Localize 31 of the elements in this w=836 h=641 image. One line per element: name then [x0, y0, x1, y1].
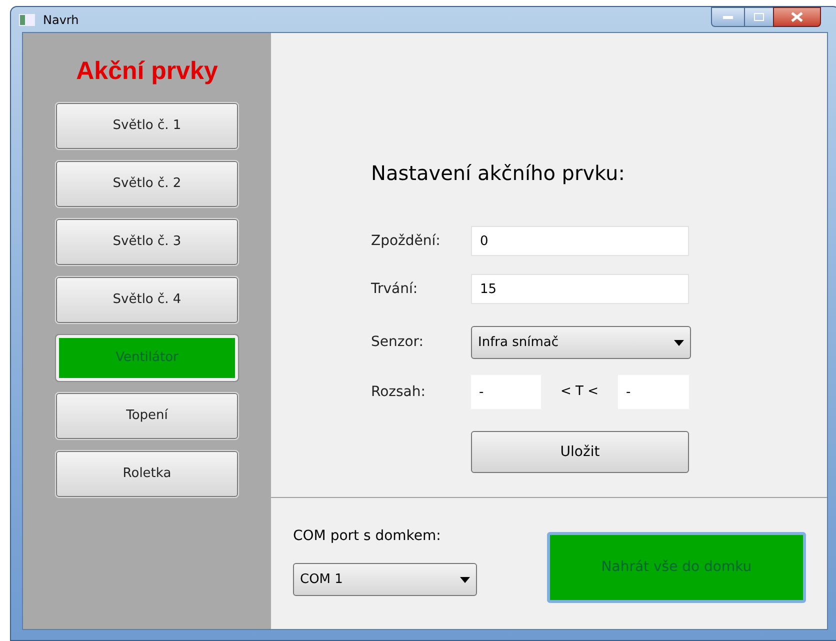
field-label: Zpoždění:: [371, 232, 442, 250]
input-field[interactable]: 15: [471, 274, 689, 304]
close-button[interactable]: [773, 7, 821, 27]
sidebar-item[interactable]: Topení: [56, 392, 238, 438]
close-icon: [791, 12, 803, 22]
field-label: Rozsah:: [371, 382, 426, 402]
caret-icon: [674, 340, 684, 346]
minimize-icon: [723, 16, 733, 18]
input-field[interactable]: 0: [471, 226, 689, 256]
range-separator: < T <: [560, 383, 600, 402]
com-label: COM port s domkem:: [293, 527, 442, 546]
maximize-button[interactable]: [745, 7, 773, 27]
maximize-icon: [754, 13, 764, 21]
caret-icon: [460, 576, 470, 582]
sidebar-item[interactable]: Roletka: [56, 450, 238, 496]
field-label: Senzor:: [371, 333, 425, 352]
sidebar-item[interactable]: Světlo č. 4: [56, 276, 238, 322]
field-label: Trvání:: [371, 280, 419, 298]
section-heading: Nastavení akčního prvku:: [371, 160, 626, 187]
save-button[interactable]: Uložit: [471, 431, 689, 473]
sensor-dropdown[interactable]: Infra snímač: [471, 326, 691, 359]
window-title: Navrh: [43, 12, 79, 28]
sidebar-item[interactable]: Světlo č. 1: [56, 102, 238, 148]
input-field[interactable]: -: [471, 375, 541, 409]
minimize-button[interactable]: [711, 7, 745, 27]
app-icon: [19, 14, 35, 26]
com-dropdown[interactable]: COM 1: [293, 563, 477, 596]
sidebar-title: Akční prvky: [76, 56, 218, 87]
input-field[interactable]: -: [618, 375, 689, 409]
sidebar-item[interactable]: Světlo č. 3: [56, 218, 238, 264]
sidebar-item[interactable]: Světlo č. 2: [56, 160, 238, 206]
